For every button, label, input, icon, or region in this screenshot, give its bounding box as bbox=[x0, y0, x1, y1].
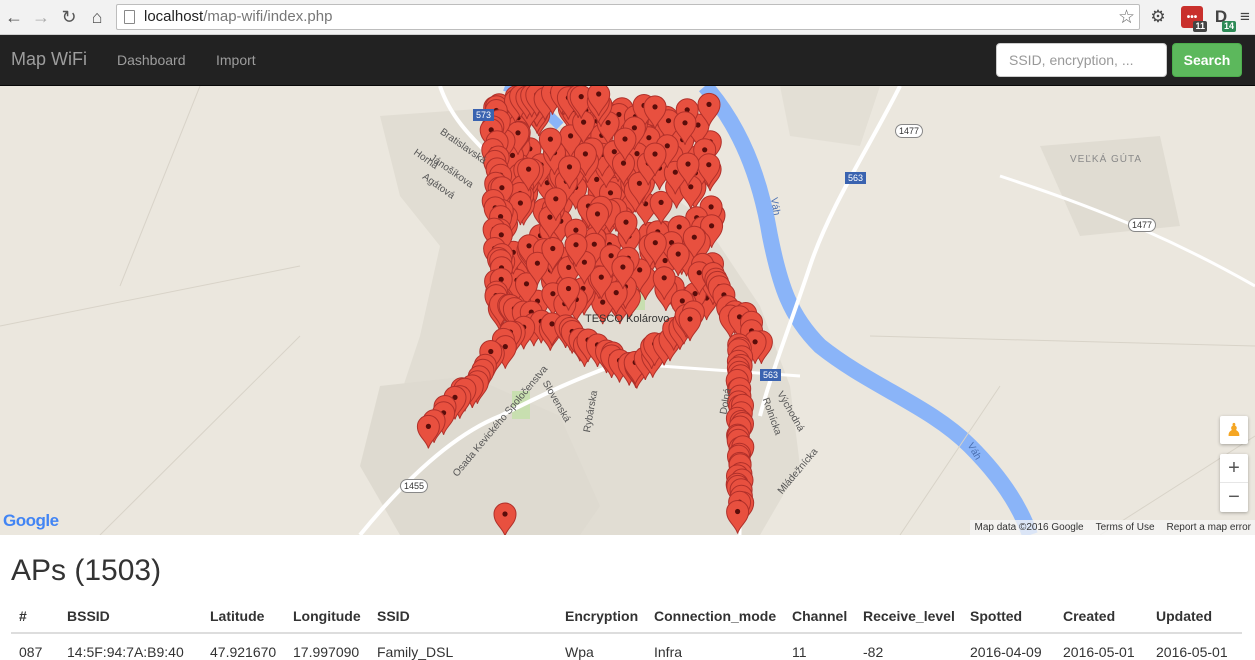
brand-link[interactable]: Map WiFi bbox=[11, 49, 87, 70]
terms-link[interactable]: Terms of Use bbox=[1096, 522, 1155, 533]
column-header[interactable]: Created bbox=[1063, 608, 1115, 624]
column-header[interactable]: Updated bbox=[1156, 608, 1212, 624]
wifi-marker-icon[interactable] bbox=[416, 414, 440, 449]
route-shield: 563 bbox=[760, 369, 782, 381]
wifi-markers-layer[interactable] bbox=[0, 86, 1255, 535]
table-cell: 14:5F:94:7A:B9:40 bbox=[67, 644, 184, 660]
app-navbar: Map WiFi Dashboard Import Search bbox=[0, 35, 1255, 86]
route-shield: 573 bbox=[473, 109, 495, 121]
route-shield: 1477 bbox=[895, 124, 924, 138]
town-label: VEĽKÁ GÚTA bbox=[1070, 154, 1143, 165]
column-header[interactable]: # bbox=[19, 608, 27, 624]
column-header[interactable]: Longitude bbox=[293, 608, 361, 624]
forward-icon[interactable]: → bbox=[30, 6, 52, 28]
nav-dashboard[interactable]: Dashboard bbox=[117, 52, 186, 68]
route-shield: 1477 bbox=[1128, 218, 1157, 232]
column-header[interactable]: Encryption bbox=[565, 608, 638, 624]
google-logo: Google bbox=[3, 511, 59, 530]
column-header[interactable]: Spotted bbox=[970, 608, 1022, 624]
report-error-link[interactable]: Report a map error bbox=[1167, 522, 1251, 533]
page-title: APs (1503) bbox=[11, 554, 162, 587]
column-header[interactable]: Latitude bbox=[210, 608, 264, 624]
map-footer: Map data ©2016 Google Terms of Use Repor… bbox=[970, 520, 1255, 535]
route-shield: 1455 bbox=[400, 479, 429, 493]
table-cell: 2016-05-01 bbox=[1063, 644, 1135, 660]
table-cell: 17.997090 bbox=[293, 644, 360, 660]
street-view-pegman-icon[interactable]: ♟ bbox=[1220, 416, 1248, 444]
nav-import[interactable]: Import bbox=[216, 52, 256, 68]
search-button[interactable]: Search bbox=[1172, 43, 1242, 77]
extension-badge: 11 bbox=[1193, 21, 1207, 32]
browser-toolbar: ← → ↻ ⌂ localhost/map-wifi/index.php ☆ ⚙… bbox=[0, 0, 1255, 35]
settings-gear-icon[interactable]: ⚙ bbox=[1147, 6, 1169, 28]
zoom-control: + − bbox=[1220, 454, 1248, 512]
menu-icon[interactable]: ≡ bbox=[1238, 6, 1252, 28]
column-header[interactable]: Channel bbox=[792, 608, 847, 624]
column-header[interactable]: BSSID bbox=[67, 608, 110, 624]
bookmark-star-icon[interactable]: ☆ bbox=[1118, 6, 1135, 29]
table-cell: Family_DSL bbox=[377, 644, 454, 660]
table-cell: 2016-05-01 bbox=[1156, 644, 1228, 660]
wifi-marker-icon[interactable] bbox=[493, 502, 517, 535]
url-text: localhost/map-wifi/index.php bbox=[144, 8, 333, 25]
address-bar[interactable]: localhost/map-wifi/index.php ☆ bbox=[116, 4, 1140, 30]
table-cell: Infra bbox=[654, 644, 683, 660]
map-data-attribution: Map data ©2016 Google bbox=[974, 522, 1084, 533]
extension-red-icon[interactable]: ••• 11 bbox=[1181, 6, 1207, 32]
back-icon[interactable]: ← bbox=[3, 6, 25, 28]
aps-table: # BSSID Latitude Longitude SSID Encrypti… bbox=[11, 600, 1242, 660]
column-header[interactable]: SSID bbox=[377, 608, 410, 624]
table-cell: 11 bbox=[792, 644, 807, 660]
zoom-out-button[interactable]: − bbox=[1220, 483, 1248, 512]
extension-d-icon[interactable]: D 14 bbox=[1210, 6, 1236, 32]
table-header: # BSSID Latitude Longitude SSID Encrypti… bbox=[11, 600, 1242, 634]
route-shield: 563 bbox=[845, 172, 867, 184]
reload-icon[interactable]: ↻ bbox=[58, 6, 80, 28]
page-icon bbox=[124, 10, 135, 24]
column-header[interactable]: Connection_mode bbox=[654, 608, 776, 624]
table-row[interactable]: 087 14:5F:94:7A:B9:40 47.921670 17.99709… bbox=[11, 634, 1242, 660]
zoom-in-button[interactable]: + bbox=[1220, 454, 1248, 483]
table-cell: 47.921670 bbox=[210, 644, 277, 660]
table-cell: Wpa bbox=[565, 644, 594, 660]
table-cell: 087 bbox=[19, 644, 43, 660]
table-cell: -82 bbox=[863, 644, 884, 660]
search-input[interactable] bbox=[996, 43, 1167, 77]
table-cell: 2016-04-09 bbox=[970, 644, 1042, 660]
map-canvas[interactable]: Bratislavská Horná Jánošíkova Agátová TE… bbox=[0, 86, 1255, 535]
wifi-marker-icon[interactable] bbox=[726, 500, 750, 534]
poi-label: TESCO Kolárovo bbox=[585, 313, 670, 325]
column-header[interactable]: Receive_level bbox=[863, 608, 955, 624]
home-icon[interactable]: ⌂ bbox=[86, 6, 108, 28]
extension-badge: 14 bbox=[1221, 21, 1236, 32]
